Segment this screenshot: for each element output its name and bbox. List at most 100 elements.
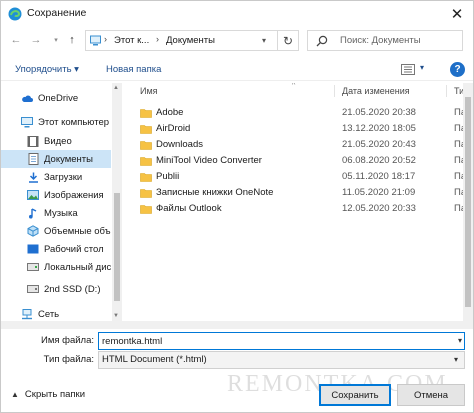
file-date: 05.11.2020 18:17 (342, 171, 416, 182)
file-name: Adobe (156, 107, 184, 118)
file-date: 12.05.2020 20:33 (342, 203, 416, 214)
organize-button[interactable]: Упорядочить ▾ (15, 64, 79, 75)
horizontal-scrollbar[interactable] (1, 321, 473, 329)
new-folder-button[interactable]: Новая папка (106, 64, 161, 75)
file-name: Записные книжки OneNote (156, 187, 274, 198)
file-row[interactable]: Adobe 21.05.2020 20:38 Папка (124, 105, 473, 121)
filetype-value: HTML Document (*.html) (102, 354, 207, 365)
view-options-icon[interactable] (401, 64, 415, 75)
folder-icon (140, 173, 152, 182)
search-placeholder: Поиск: Документы (340, 35, 421, 46)
title-bar: Сохранение ✕ (1, 1, 473, 27)
address-dropdown-icon[interactable]: ▾ (262, 36, 266, 45)
filename-row: Имя файла: ▾ (1, 332, 473, 350)
file-name: AirDroid (156, 123, 191, 134)
search-box[interactable]: Поиск: Документы (307, 30, 463, 51)
file-date: 21.05.2020 20:38 (342, 107, 416, 118)
breadcrumb-documents[interactable]: Документы (166, 35, 215, 46)
sidebar-item-3d-objects[interactable]: Объемные объ (1, 222, 111, 240)
refresh-button[interactable]: ↻ (277, 30, 299, 51)
sidebar-item-label: Рабочий стол (44, 243, 104, 255)
column-header-date[interactable]: Дата изменения (342, 83, 410, 99)
sidebar-item-label: 2nd SSD (D:) (44, 283, 101, 295)
sidebar-item-images[interactable]: Изображения (1, 186, 111, 204)
scroll-up-icon[interactable]: ▲ (113, 85, 119, 91)
file-date: 13.12.2020 18:05 (342, 123, 416, 134)
file-row[interactable]: Записные книжки OneNote 11.05.2020 21:09… (124, 185, 473, 201)
music-icon (27, 207, 39, 219)
sidebar-item-video[interactable]: Видео (1, 132, 111, 150)
filename-label: Имя файла: (40, 335, 94, 346)
sidebar-item-network[interactable]: Сеть (1, 305, 111, 321)
download-icon (27, 171, 39, 183)
file-row[interactable]: MiniTool Video Converter 06.08.2020 20:5… (124, 153, 473, 169)
file-date: 21.05.2020 20:43 (342, 139, 416, 150)
sidebar-item-this-pc[interactable]: Этот компьютер (1, 113, 111, 131)
file-date: 11.05.2020 21:09 (342, 187, 416, 198)
filetype-label: Тип файла: (43, 354, 94, 365)
file-row[interactable]: AirDroid 13.12.2020 18:05 Папка (124, 121, 473, 137)
save-button[interactable]: Сохранить (319, 384, 391, 406)
folder-icon (140, 141, 152, 150)
3d-objects-icon (27, 225, 39, 237)
sidebar-item-label: Загрузки (44, 171, 83, 183)
file-name: Publii (156, 171, 180, 182)
sidebar-item-label: Локальный дис (44, 261, 111, 273)
folder-icon (140, 189, 152, 198)
collapse-arrow-icon: ▲ (11, 390, 19, 399)
up-arrow-icon[interactable]: ↑ (65, 33, 79, 47)
file-name: MiniTool Video Converter (156, 155, 262, 166)
drive-icon (27, 261, 39, 273)
folder-icon (140, 109, 152, 118)
scrollbar-thumb[interactable] (114, 193, 120, 301)
cancel-button-label: Отмена (413, 389, 449, 401)
file-name: Downloads (156, 139, 203, 150)
column-header-name[interactable]: Имя (140, 83, 158, 99)
save-button-label: Сохранить (331, 389, 379, 401)
hide-folders-toggle[interactable]: ▲ Скрыть папки (11, 389, 85, 400)
breadcrumb-separator: › (104, 34, 107, 44)
hide-folders-label: Скрыть папки (24, 389, 86, 400)
video-icon (27, 135, 39, 147)
sidebar-scrollbar[interactable]: ▲ ▼ (112, 83, 122, 321)
forward-arrow-icon[interactable]: → (29, 33, 43, 47)
sidebar-item-onedrive[interactable]: OneDrive (1, 89, 111, 107)
scrollbar-thumb[interactable] (465, 97, 471, 307)
folder-icon (140, 157, 152, 166)
breadcrumb-this-pc[interactable]: Этот к... (114, 35, 149, 46)
file-row[interactable]: Publii 05.11.2020 18:17 Папка (124, 169, 473, 185)
browser-logo-icon (8, 7, 22, 21)
cancel-button[interactable]: Отмена (397, 384, 465, 406)
filetype-select[interactable]: HTML Document (*.html) ▾ (98, 351, 465, 369)
navigation-pane: OneDrive Этот компьютер Видео Документы … (1, 83, 123, 321)
filename-history-dropdown-icon[interactable]: ▾ (458, 336, 462, 345)
column-divider[interactable] (446, 85, 447, 97)
help-button[interactable]: ? (450, 62, 465, 77)
scroll-down-icon[interactable]: ▼ (113, 313, 119, 319)
sidebar-item-local-disk[interactable]: Локальный дис (1, 258, 111, 276)
sidebar-item-desktop[interactable]: Рабочий стол (1, 240, 111, 258)
view-dropdown-icon[interactable]: ▾ (420, 63, 424, 72)
window-title: Сохранение (27, 7, 87, 19)
sidebar-item-downloads[interactable]: Загрузки (1, 168, 111, 186)
filetype-row: Тип файла: HTML Document (*.html) ▾ (1, 351, 473, 369)
filename-input[interactable] (98, 332, 465, 350)
column-divider[interactable] (334, 85, 335, 97)
close-button[interactable]: ✕ (447, 4, 467, 24)
file-name: Файлы Outlook (156, 203, 222, 214)
computer-icon (21, 116, 33, 128)
address-bar[interactable]: › Этот к... › Документы ▾ (85, 30, 299, 51)
file-row[interactable]: Файлы Outlook 12.05.2020 20:33 Папка (124, 201, 473, 217)
navigation-bar: ← → ▾ ↑ › Этот к... › Документы ▾ ↻ Поис… (1, 27, 473, 55)
sidebar-item-2nd-ssd[interactable]: 2nd SSD (D:) (1, 280, 111, 298)
back-arrow-icon[interactable]: ← (9, 33, 23, 47)
recent-locations-icon[interactable]: ▾ (49, 33, 63, 47)
folder-icon (140, 205, 152, 214)
images-icon (27, 189, 39, 201)
network-icon (21, 308, 33, 320)
sidebar-item-music[interactable]: Музыка (1, 204, 111, 222)
file-row[interactable]: Downloads 21.05.2020 20:43 Папка (124, 137, 473, 153)
sidebar-item-documents[interactable]: Документы (1, 150, 111, 168)
chevron-down-icon: ▾ (453, 355, 458, 364)
file-list-scrollbar[interactable] (463, 83, 473, 321)
